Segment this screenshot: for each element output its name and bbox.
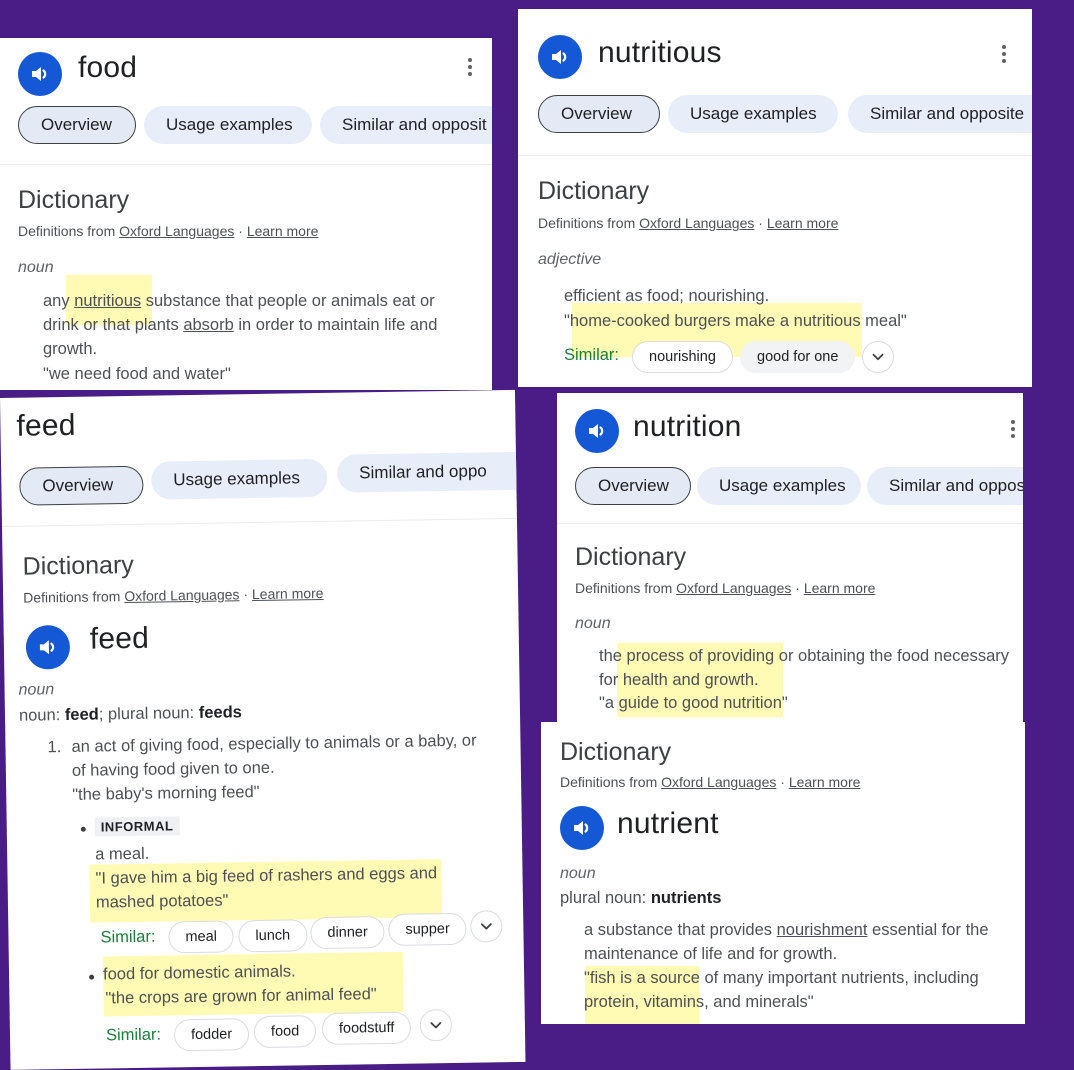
register-badge: INFORMAL [94, 816, 180, 837]
source-line: Definitions from Oxford Languages · Lear… [560, 774, 861, 790]
feed-card: feed Overview Usage examples Similar and… [0, 389, 526, 1070]
page-title: feed [16, 408, 76, 443]
bullet [80, 826, 86, 832]
headword: nutrition [633, 410, 742, 443]
dictionary-heading: Dictionary [22, 550, 135, 581]
learn-more-link[interactable]: Learn more [804, 580, 876, 596]
similar-chip[interactable]: nourishing [632, 341, 733, 373]
volume-up-icon[interactable] [575, 409, 619, 453]
divider [2, 517, 517, 527]
sense-definition: an act of giving food, especially to ani… [71, 731, 477, 780]
chevron-down-icon[interactable] [470, 910, 503, 943]
nourishment-link[interactable]: nourishment [777, 921, 868, 939]
similar-chip[interactable]: supper [388, 912, 467, 946]
headword: nutritious [598, 36, 722, 69]
oxford-languages-link[interactable]: Oxford Languages [661, 774, 776, 790]
example: "a guide to good nutrition" [599, 694, 788, 712]
headword: feed [89, 621, 150, 656]
dictionary-heading: Dictionary [18, 186, 130, 214]
example: "home-cooked burgers make a nutritious m… [564, 312, 907, 330]
tab-similar-opposite[interactable]: Similar and oppo [336, 451, 526, 493]
sense-number: 1. [47, 738, 62, 757]
more-vert-icon[interactable] [1002, 45, 1006, 66]
source-line: Definitions from Oxford Languages · Lear… [538, 215, 839, 231]
example: "fish is a source of many important nutr… [584, 969, 979, 1011]
bullet [89, 974, 95, 980]
word-forms: plural noun: nutrients [560, 889, 722, 907]
definition: the process of providing or obtaining th… [599, 647, 1010, 689]
dictionary-heading: Dictionary [538, 177, 650, 205]
nutrient-card: Dictionary Definitions from Oxford Langu… [541, 722, 1025, 1024]
volume-up-icon[interactable] [560, 806, 604, 850]
word-forms: noun: feed; plural noun: feeds [18, 703, 243, 725]
sense-example: "the baby's morning feed" [72, 782, 260, 804]
tab-overview[interactable]: Overview [538, 95, 660, 133]
learn-more-link[interactable]: Learn more [247, 223, 319, 239]
divider [557, 523, 1023, 524]
similar-chip[interactable]: dinner [310, 916, 385, 950]
nutritious-card: nutritious Overview Usage examples Simil… [518, 9, 1032, 387]
definition: any nutritious substance that people or … [43, 292, 438, 358]
tab-usage-examples[interactable]: Usage examples [151, 458, 328, 500]
similar-chip[interactable]: foodstuff [321, 1011, 412, 1046]
food-card: food Overview Usage examples Similar and… [0, 38, 492, 390]
subsense-definition: food for domestic animals. [102, 962, 296, 984]
source-line: Definitions from Oxford Languages · Lear… [18, 223, 319, 239]
volume-up-icon[interactable] [18, 52, 62, 96]
learn-more-link[interactable]: Learn more [767, 215, 839, 231]
more-vert-icon[interactable] [468, 58, 472, 79]
absorb-link[interactable]: absorb [183, 316, 233, 334]
oxford-languages-link[interactable]: Oxford Languages [119, 223, 234, 239]
nutritious-link[interactable]: nutritious [74, 292, 141, 310]
subsense-example: "I gave him a big feed of rashers and eg… [95, 864, 438, 912]
similar-chip[interactable]: meal [168, 920, 235, 954]
oxford-languages-link[interactable]: Oxford Languages [124, 586, 239, 604]
headword: nutrient [617, 807, 719, 840]
tab-overview[interactable]: Overview [18, 106, 136, 144]
source-line: Definitions from Oxford Languages · Lear… [575, 580, 876, 596]
tab-similar-opposite[interactable]: Similar and opposit [320, 106, 492, 144]
dictionary-heading: Dictionary [575, 543, 687, 571]
source-line: Definitions from Oxford Languages · Lear… [23, 584, 324, 606]
dictionary-heading: Dictionary [560, 738, 672, 766]
part-of-speech: adjective [538, 251, 602, 268]
part-of-speech: noun [560, 865, 596, 882]
chevron-down-icon[interactable] [862, 341, 894, 373]
similar-chip[interactable]: food [253, 1015, 317, 1049]
similar-chip[interactable]: good for one [740, 341, 856, 373]
tab-overview[interactable]: Overview [19, 465, 144, 506]
example: "we need food and water" [43, 365, 231, 383]
similar-label: Similar: [564, 346, 620, 364]
tab-usage-examples[interactable]: Usage examples [668, 95, 838, 133]
chevron-down-icon[interactable] [419, 1008, 453, 1042]
similar-label: Similar: [105, 1025, 162, 1045]
divider [518, 155, 1032, 156]
tab-usage-examples[interactable]: Usage examples [144, 106, 312, 144]
part-of-speech: noun [18, 681, 55, 699]
part-of-speech: noun [575, 615, 611, 632]
definition: efficient as food; nourishing. [564, 287, 770, 305]
learn-more-link[interactable]: Learn more [252, 585, 324, 602]
subsense-example: "the crops are grown for animal feed" [105, 985, 377, 1008]
tab-similar-opposite[interactable]: Similar and oppos [867, 467, 1023, 505]
oxford-languages-link[interactable]: Oxford Languages [639, 215, 754, 231]
similar-chip[interactable]: fodder [173, 1018, 250, 1052]
similar-chip[interactable]: lunch [238, 919, 308, 953]
tab-overview[interactable]: Overview [575, 467, 691, 505]
volume-up-icon[interactable] [538, 35, 582, 79]
similar-label: Similar: [100, 927, 156, 947]
learn-more-link[interactable]: Learn more [789, 774, 861, 790]
tab-usage-examples[interactable]: Usage examples [697, 467, 861, 505]
tab-similar-opposite[interactable]: Similar and opposite [848, 95, 1032, 133]
part-of-speech: noun [18, 259, 54, 276]
nutrition-card: nutrition Overview Usage examples Simila… [557, 393, 1023, 723]
more-vert-icon[interactable] [1011, 420, 1015, 441]
oxford-languages-link[interactable]: Oxford Languages [676, 580, 791, 596]
headword: food [78, 51, 138, 84]
volume-up-icon[interactable] [25, 624, 71, 670]
divider [0, 164, 492, 165]
definition: a substance that provides nourishment es… [584, 921, 989, 963]
